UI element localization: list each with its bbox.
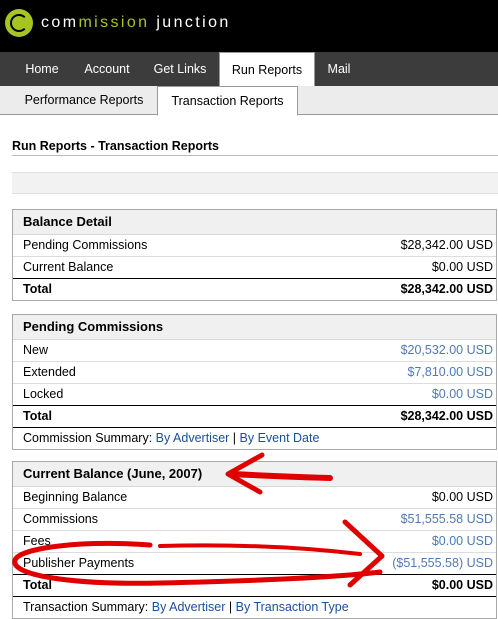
panel-title: Current Balance (June, 2007) bbox=[13, 462, 496, 487]
page-title: Run Reports - Transaction Reports bbox=[12, 139, 219, 153]
table-row: Fees $0.00 USD bbox=[13, 531, 496, 553]
value-link[interactable]: $7,810.00 USD bbox=[408, 362, 493, 383]
pending-commissions-panel: Pending Commissions New $20,532.00 USD E… bbox=[12, 314, 497, 450]
site-header: commission junction bbox=[0, 0, 498, 52]
by-event-date-link[interactable]: By Event Date bbox=[240, 431, 320, 445]
sub-nav: Performance Reports Transaction Reports bbox=[0, 86, 498, 116]
brand-name[interactable]: commission junction bbox=[41, 14, 231, 32]
summary-row: Commission Summary: By Advertiser | By E… bbox=[23, 431, 320, 445]
current-balance-panel: Current Balance (June, 2007) Beginning B… bbox=[12, 461, 497, 619]
panel-title: Pending Commissions bbox=[13, 315, 496, 340]
table-row: Locked $0.00 USD bbox=[13, 384, 496, 405]
total-row: Total $28,342.00 USD bbox=[13, 405, 496, 428]
table-row: Extended $7,810.00 USD bbox=[13, 362, 496, 384]
table-row: Current Balance $0.00 USD bbox=[23, 260, 493, 274]
table-row: New $20,532.00 USD bbox=[13, 340, 496, 362]
table-row: Beginning Balance $0.00 USD bbox=[13, 487, 496, 509]
value-link[interactable]: $51,555.58 USD bbox=[401, 509, 493, 530]
panel-title: Balance Detail bbox=[13, 210, 496, 235]
tab-get-links[interactable]: Get Links bbox=[144, 52, 216, 86]
by-advertiser-link[interactable]: By Advertiser bbox=[156, 431, 230, 445]
table-row: Pending Commissions $28,342.00 USD bbox=[13, 235, 496, 257]
tab-mail[interactable]: Mail bbox=[318, 52, 360, 86]
toolbar-bar bbox=[12, 172, 498, 194]
total-row: Total $0.00 USD bbox=[13, 574, 496, 597]
table-row: Publisher Payments ($51,555.58) USD bbox=[13, 553, 496, 574]
balance-detail-panel: Balance Detail Pending Commissions $28,3… bbox=[12, 209, 497, 301]
by-transaction-type-link[interactable]: By Transaction Type bbox=[236, 600, 349, 614]
tab-run-reports[interactable]: Run Reports bbox=[219, 52, 315, 87]
cj-logo-icon[interactable] bbox=[5, 9, 33, 37]
summary-row: Transaction Summary: By Advertiser | By … bbox=[23, 600, 349, 614]
value-link[interactable]: $20,532.00 USD bbox=[401, 340, 493, 361]
total-row: Total $28,342.00 USD bbox=[13, 278, 496, 300]
value-link[interactable]: $0.00 USD bbox=[432, 384, 493, 405]
table-row: Commissions $51,555.58 USD bbox=[13, 509, 496, 531]
main-nav: Home Account Get Links Run Reports Mail bbox=[0, 52, 498, 87]
tab-performance-reports[interactable]: Performance Reports bbox=[14, 86, 154, 114]
value-link[interactable]: ($51,555.58) USD bbox=[392, 553, 493, 574]
tab-account[interactable]: Account bbox=[76, 52, 138, 86]
tab-transaction-reports[interactable]: Transaction Reports bbox=[157, 86, 298, 116]
value-link[interactable]: $0.00 USD bbox=[432, 531, 493, 552]
divider bbox=[12, 155, 498, 156]
tab-home[interactable]: Home bbox=[13, 52, 71, 86]
by-advertiser-link[interactable]: By Advertiser bbox=[152, 600, 226, 614]
